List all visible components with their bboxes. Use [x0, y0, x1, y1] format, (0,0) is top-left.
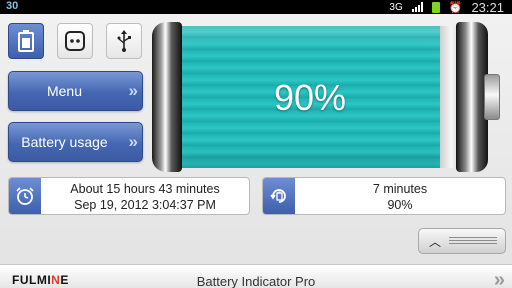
status-bar: 30 3G ⏰ 23:21	[0, 0, 512, 15]
battery-icon	[18, 30, 34, 52]
charge-info-text: 7 minutes 90%	[295, 178, 505, 214]
menu-button-label: Menu	[46, 83, 83, 99]
time-remaining-card[interactable]: About 15 hours 43 minutes Sep 19, 2012 3…	[8, 177, 250, 215]
chevron-up-icon: ︿	[429, 234, 442, 249]
power-outlet-icon	[65, 31, 85, 51]
grip-lines	[449, 237, 497, 245]
battery-usage-button-label: Battery usage	[21, 134, 108, 150]
battery-usage-button[interactable]: Battery usage »	[8, 122, 143, 162]
history-icon	[270, 189, 286, 203]
time-remaining-text: About 15 hours 43 minutes Sep 19, 2012 3…	[41, 178, 249, 214]
ac-power-button[interactable]	[57, 23, 93, 59]
usb-icon	[117, 30, 131, 52]
signal-strength-icon	[411, 2, 423, 12]
charge-info-card[interactable]: 7 minutes 90%	[262, 177, 506, 215]
time-remaining-duration: About 15 hours 43 minutes	[70, 182, 220, 196]
usb-power-button[interactable]	[106, 23, 142, 59]
double-chevron-right-icon[interactable]: »	[494, 269, 505, 288]
battery-percent-text: 90%	[273, 77, 347, 118]
charge-info-percent: 90%	[387, 198, 413, 212]
alarm-clock-icon	[16, 187, 34, 205]
drawer-toggle-handle[interactable]: ︿	[418, 228, 506, 254]
card-icon-box	[9, 178, 41, 214]
battery-terminal	[484, 74, 500, 120]
time-remaining-date: Sep 19, 2012 3:04:37 PM	[74, 198, 216, 212]
double-chevron-right-icon: »	[128, 81, 139, 100]
status-clock: 23:21	[471, 0, 504, 15]
menu-button[interactable]: Menu »	[8, 71, 143, 111]
battery-view-button[interactable]	[8, 23, 44, 59]
battery-status-icon	[431, 1, 440, 13]
bottom-bar: FULMINE Battery Indicator Pro »	[0, 264, 512, 288]
status-left-text: 30	[6, 0, 19, 12]
status-right-group: 3G ⏰ 23:21	[389, 0, 504, 15]
card-icon-box	[263, 178, 295, 214]
network-type-icon: 3G	[389, 1, 403, 13]
alarm-icon: ⏰	[448, 1, 463, 14]
double-chevron-right-icon: »	[128, 132, 139, 151]
app-title: Battery Indicator Pro	[196, 274, 316, 288]
charge-info-duration: 7 minutes	[372, 182, 428, 196]
battery-level-graphic[interactable]: 90%	[150, 22, 506, 172]
